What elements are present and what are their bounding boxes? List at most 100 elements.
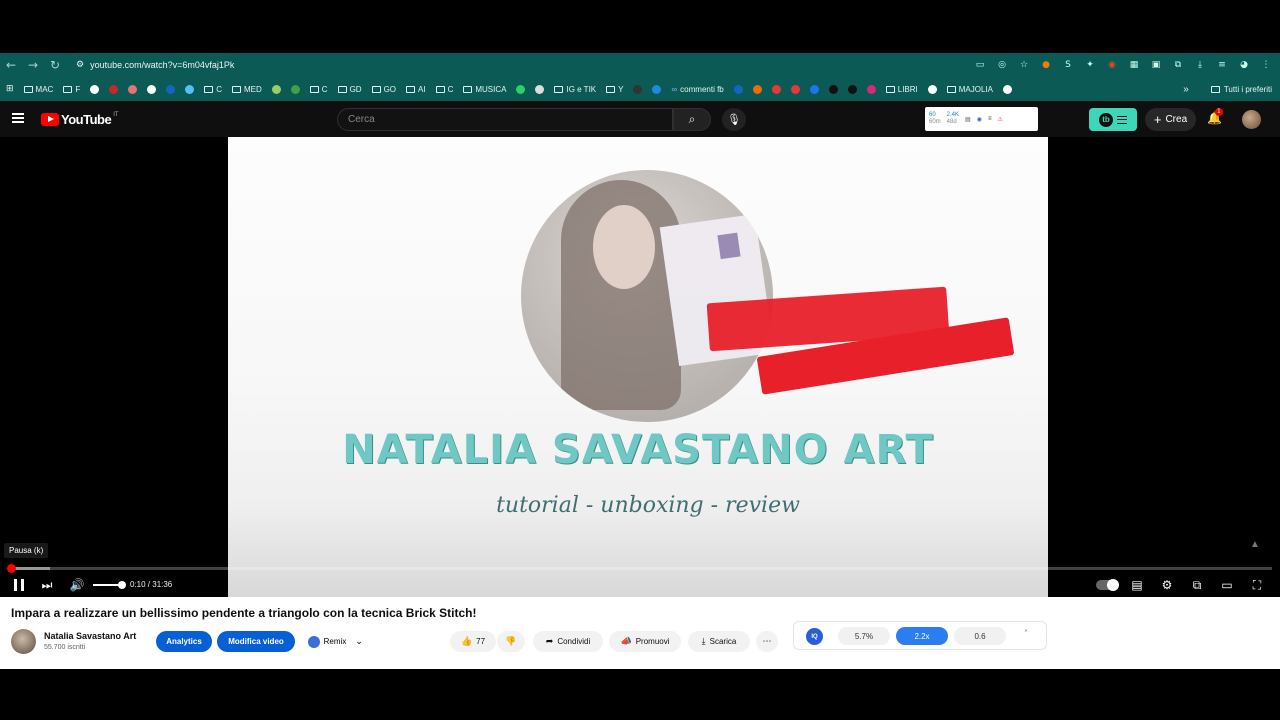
bookmark-c[interactable]: C xyxy=(435,85,453,94)
progress-bar[interactable] xyxy=(7,564,1272,573)
like-button[interactable]: 👍 77 xyxy=(450,631,496,652)
stats-extension-widget[interactable]: 60 60m 2.4K 48d ▤ ◉ ≡ ⚠ xyxy=(925,107,1038,131)
settings-button[interactable]: ⚙ xyxy=(1158,576,1176,594)
promote-button[interactable]: 📣 Promuovi xyxy=(609,631,681,652)
bookmark-icon[interactable] xyxy=(90,84,100,94)
score-stat[interactable]: 0.6 xyxy=(954,627,1006,645)
pause-button[interactable] xyxy=(12,576,26,594)
bookmark-icon[interactable] xyxy=(809,84,819,94)
remix-dropdown[interactable]: ⌄ xyxy=(352,631,366,652)
download-button[interactable]: ⤓ Scarica xyxy=(688,631,750,652)
bookmark-musica[interactable]: MUSICA xyxy=(463,85,506,94)
bookmark-icon[interactable] xyxy=(1003,84,1012,94)
bookmark-icon[interactable] xyxy=(633,84,643,94)
bookmark-go[interactable]: GO xyxy=(371,85,396,94)
edit-video-button[interactable]: Modifica video xyxy=(217,631,295,652)
site-info-icon[interactable]: ⚙ xyxy=(76,60,84,70)
multiplier-stat[interactable]: 2.2x xyxy=(896,627,948,645)
reload-icon[interactable]: ↻ xyxy=(44,58,66,72)
channel-watermark-icon[interactable]: ▲ xyxy=(1250,539,1268,553)
profile-icon[interactable]: ◕ xyxy=(1238,59,1250,71)
bookmark-icon[interactable] xyxy=(128,84,138,94)
bookmark-f[interactable]: F xyxy=(63,85,80,94)
bookmark-ai[interactable]: AI xyxy=(406,85,426,94)
progress-scrubber[interactable] xyxy=(7,564,16,573)
bookmark-med[interactable]: MED xyxy=(232,85,262,94)
bookmark-icon[interactable] xyxy=(771,84,781,94)
extension-icon[interactable]: ◉ xyxy=(1106,59,1118,71)
star-icon[interactable]: ☆ xyxy=(1018,59,1030,71)
ctr-stat[interactable]: 5.7% xyxy=(838,627,890,645)
tab-search-icon[interactable]: ≡ xyxy=(1216,59,1228,71)
channel-name[interactable]: Natalia Savastano Art xyxy=(44,631,136,641)
theater-mode-button[interactable]: ▭ xyxy=(1218,576,1236,594)
extension-icon[interactable]: ✦ xyxy=(1084,59,1096,71)
download-icon[interactable]: ⤓ xyxy=(1194,59,1206,71)
bookmark-mac[interactable]: MAC xyxy=(23,85,53,94)
cast-icon[interactable]: ▭ xyxy=(974,59,986,71)
bookmark-icon[interactable] xyxy=(535,84,545,94)
tubebuddy-button[interactable]: tb xyxy=(1089,108,1137,131)
search-input[interactable]: Cerca xyxy=(337,108,673,131)
volume-knob[interactable] xyxy=(118,581,126,589)
remix-button[interactable]: Remix xyxy=(301,631,353,652)
next-button[interactable]: ⏭ xyxy=(38,576,56,594)
bookmark-icon[interactable] xyxy=(828,84,838,94)
voice-search-button[interactable]: 🎙 xyxy=(722,108,746,131)
bookmark-icon[interactable] xyxy=(847,84,857,94)
extension-icon[interactable]: ● xyxy=(1040,59,1052,71)
dislike-button[interactable]: 👎 xyxy=(497,631,525,652)
apps-grid-icon[interactable]: ⊞ xyxy=(6,84,14,94)
youtube-logo[interactable]: YouTube IT xyxy=(41,112,119,127)
puzzle-icon[interactable]: ⧉ xyxy=(1172,59,1184,71)
bookmark-icon[interactable] xyxy=(866,84,876,94)
bookmark-ig-e-tik[interactable]: IG e TIK xyxy=(554,85,596,94)
chevron-up-icon[interactable]: ˄ xyxy=(1024,629,1028,638)
subtitles-button[interactable]: ▤ xyxy=(1128,576,1146,594)
bookmark-icon[interactable] xyxy=(516,84,526,94)
bookmark-icon[interactable] xyxy=(271,84,281,94)
mute-button[interactable]: 🔊 xyxy=(68,576,86,594)
bookmark-icon[interactable] xyxy=(109,84,119,94)
channel-avatar[interactable] xyxy=(11,629,36,654)
extension-icon[interactable]: ▣ xyxy=(1150,59,1162,71)
create-button[interactable]: + Crea xyxy=(1145,108,1196,131)
bookmark-c[interactable]: C xyxy=(204,85,222,94)
autoplay-toggle[interactable] xyxy=(1095,576,1119,594)
bookmark-majolia[interactable]: MAJOLIA xyxy=(946,85,993,94)
video-player[interactable]: NATALIA SAVASTANO ART tutorial - unboxin… xyxy=(0,137,1280,597)
bookmark-icon[interactable] xyxy=(147,84,157,94)
miniplayer-button[interactable]: ⧉ xyxy=(1188,576,1206,594)
notifications-button[interactable]: 🔔 1 xyxy=(1207,108,1223,127)
all-bookmarks-link[interactable]: Tutti i preferiti xyxy=(1224,85,1272,94)
bookmark-icon[interactable] xyxy=(752,84,762,94)
bookmark-icon[interactable] xyxy=(733,84,743,94)
extension-icon[interactable]: ▦ xyxy=(1128,59,1140,71)
bookmark-icon[interactable] xyxy=(166,84,176,94)
iq-badge[interactable]: IQ xyxy=(806,628,823,645)
more-actions-button[interactable]: ⋯ xyxy=(756,631,778,652)
bookmark-icon[interactable] xyxy=(927,84,937,94)
bookmark-gd[interactable]: GD xyxy=(337,85,362,94)
bookmark-icon[interactable] xyxy=(652,84,662,94)
menu-icon[interactable]: ⋮ xyxy=(1260,59,1272,71)
extension-icon[interactable]: S xyxy=(1062,59,1074,71)
bookmark-libri[interactable]: LIBRI xyxy=(885,85,918,94)
address-field[interactable]: ⚙ youtube.com/watch?v=6m04vfaj1Pk xyxy=(76,60,234,70)
bookmark-icon[interactable] xyxy=(185,84,195,94)
share-button[interactable]: ➦ Condividi xyxy=(533,631,603,652)
back-icon[interactable]: ← xyxy=(0,58,22,72)
analytics-button[interactable]: Analytics xyxy=(156,631,212,652)
more-bookmarks-icon[interactable]: » xyxy=(1183,84,1189,95)
bookmark-y[interactable]: Y xyxy=(606,85,623,94)
eye-off-icon[interactable]: ◎ xyxy=(996,59,1008,71)
bookmark-c[interactable]: C xyxy=(309,85,328,94)
guide-menu-icon[interactable] xyxy=(12,113,24,123)
bookmark-icon[interactable] xyxy=(290,84,300,94)
bookmark-commenti-fb[interactable]: ∞ commenti fb xyxy=(671,85,723,94)
forward-icon[interactable]: → xyxy=(22,58,44,72)
bookmark-icon[interactable] xyxy=(790,84,800,94)
search-button[interactable]: ⌕ xyxy=(673,108,711,131)
account-avatar[interactable] xyxy=(1242,110,1261,129)
fullscreen-button[interactable]: ⛶ xyxy=(1248,576,1266,594)
